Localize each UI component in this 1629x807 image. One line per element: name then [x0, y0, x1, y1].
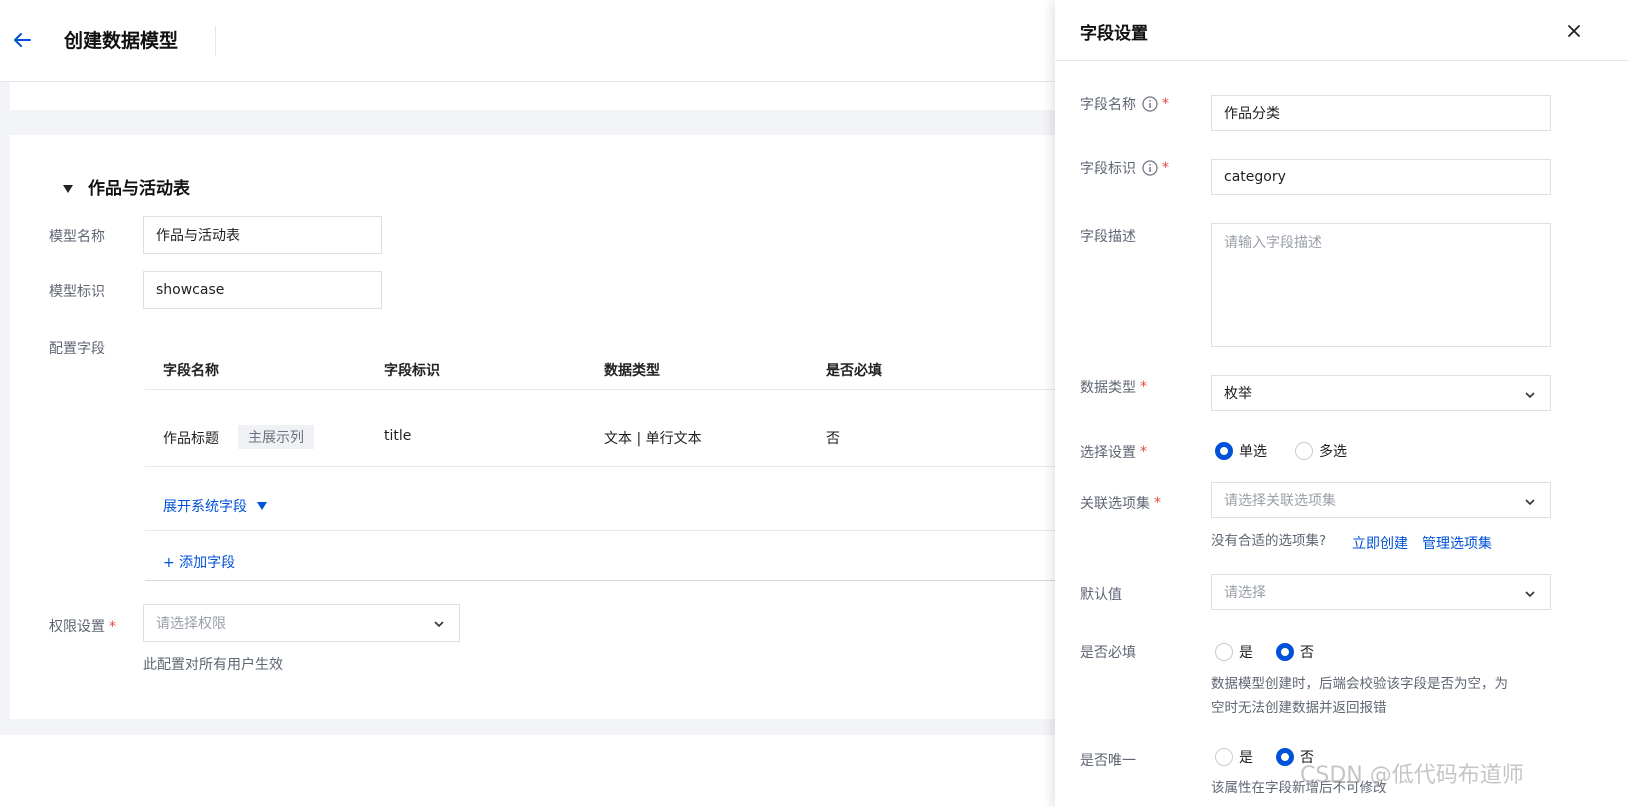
field-desc-label: 字段描述: [1080, 229, 1136, 245]
option-set-label: 关联选项集 *: [1080, 493, 1161, 513]
table-divider: [145, 580, 1110, 581]
col-header-name: 字段名称: [163, 363, 219, 379]
option-set-select[interactable]: 请选择关联选项集: [1211, 482, 1551, 518]
data-type-label-text: 数据类型: [1080, 380, 1136, 396]
row-field-id: title: [384, 428, 412, 444]
manage-option-sets-link[interactable]: 管理选项集: [1422, 533, 1492, 553]
chevron-down-icon: [1525, 392, 1535, 399]
data-type-value: 枚举: [1224, 386, 1252, 402]
radio-multi[interactable]: 多选: [1295, 441, 1347, 461]
watermark: CSDN @低代码布道师: [1300, 763, 1524, 788]
required-no-label: 否: [1300, 645, 1314, 661]
default-value-placeholder: 请选择: [1224, 585, 1266, 601]
radio-unchecked-icon: [1295, 442, 1313, 460]
field-name-input[interactable]: 作品分类: [1211, 95, 1551, 131]
required-hint-line-1: 数据模型创建时，后端会校验该字段是否为空，为: [1211, 676, 1508, 692]
caret-down-icon: [257, 502, 267, 510]
required-yes-label: 是: [1239, 645, 1253, 661]
permission-label-text: 权限设置: [49, 619, 105, 635]
option-set-hint: 没有合适的选项集?: [1211, 533, 1327, 549]
create-option-set-link[interactable]: 立即创建: [1352, 533, 1408, 553]
select-setting-label: 选择设置 *: [1080, 442, 1147, 462]
radio-unchecked-icon: [1215, 748, 1233, 766]
radio-checked-icon: [1276, 643, 1294, 661]
required-label: 是否必填: [1080, 645, 1136, 661]
required-mark: *: [1140, 379, 1147, 395]
page-title: 创建数据模型: [64, 30, 179, 52]
field-id-input[interactable]: category: [1211, 159, 1551, 195]
permission-hint: 此配置对所有用户生效: [143, 657, 283, 673]
permission-label: 权限设置 *: [49, 616, 116, 636]
required-mark: *: [1140, 444, 1147, 460]
footer-bar: [0, 735, 1110, 807]
option-set-placeholder: 请选择关联选项集: [1224, 493, 1336, 509]
model-id-label: 模型标识: [49, 284, 105, 300]
model-name-input[interactable]: 作品与活动表: [143, 216, 382, 254]
required-no-radio[interactable]: 否: [1276, 642, 1314, 662]
field-name-label-text: 字段名称: [1080, 97, 1136, 113]
info-icon[interactable]: [1142, 160, 1158, 176]
unique-yes-radio[interactable]: 是: [1215, 747, 1253, 767]
add-field-link[interactable]: + 添加字段: [163, 552, 235, 572]
required-yes-radio[interactable]: 是: [1215, 642, 1253, 662]
field-settings-drawer: 字段设置 字段名称 * 作品分类 字段标识 * category 字段描述 请输…: [1055, 0, 1629, 807]
section-title: 作品与活动表: [88, 179, 190, 199]
required-mark: *: [1162, 160, 1169, 176]
required-hint-line-2: 空时无法创建数据并返回报错: [1211, 700, 1387, 716]
default-value-label: 默认值: [1080, 587, 1122, 603]
radio-checked-icon: [1215, 442, 1233, 460]
permission-select[interactable]: 请选择权限: [143, 604, 460, 642]
chevron-down-icon: [1525, 499, 1535, 506]
radio-unchecked-icon: [1215, 643, 1233, 661]
expand-system-fields-link[interactable]: 展开系统字段: [163, 496, 267, 516]
table-divider: [145, 466, 1110, 467]
row-data-type: 文本 | 单行文本: [604, 431, 702, 447]
close-icon[interactable]: [1563, 20, 1585, 42]
back-arrow-icon[interactable]: [10, 28, 34, 52]
fields-label: 配置字段: [49, 341, 105, 357]
row-field-name: 作品标题: [163, 431, 219, 447]
radio-checked-icon: [1276, 748, 1294, 766]
table-divider: [145, 389, 1110, 390]
row-required: 否: [826, 431, 840, 447]
chevron-down-icon: [434, 621, 444, 628]
data-type-label: 数据类型 *: [1080, 377, 1147, 397]
collapsed-section-strip: [10, 82, 1110, 110]
col-header-type: 数据类型: [604, 363, 660, 379]
required-mark: *: [1162, 96, 1169, 112]
unique-yes-label: 是: [1239, 750, 1253, 766]
expand-system-fields-label: 展开系统字段: [163, 499, 247, 515]
primary-display-badge: 主展示列: [238, 425, 314, 449]
caret-down-icon[interactable]: [62, 183, 74, 195]
required-mark: *: [109, 619, 116, 635]
radio-single[interactable]: 单选: [1215, 441, 1267, 461]
field-name-label: 字段名称 *: [1080, 94, 1169, 114]
field-desc-textarea[interactable]: 请输入字段描述: [1211, 223, 1551, 347]
model-id-input[interactable]: showcase: [143, 271, 382, 309]
option-set-label-text: 关联选项集: [1080, 496, 1150, 512]
data-type-select[interactable]: 枚举: [1211, 375, 1551, 411]
required-mark: *: [1154, 495, 1161, 511]
radio-single-label: 单选: [1239, 444, 1267, 460]
col-header-required: 是否必填: [826, 363, 882, 379]
header-divider: [215, 26, 216, 56]
drawer-divider: [1055, 60, 1629, 61]
field-id-label: 字段标识 *: [1080, 158, 1169, 178]
unique-label: 是否唯一: [1080, 753, 1136, 769]
chevron-down-icon: [1525, 591, 1535, 598]
col-header-id: 字段标识: [384, 363, 440, 379]
model-name-label: 模型名称: [49, 229, 105, 245]
field-id-label-text: 字段标识: [1080, 161, 1136, 177]
permission-placeholder: 请选择权限: [156, 616, 226, 632]
table-divider: [145, 530, 1110, 531]
default-value-select[interactable]: 请选择: [1211, 574, 1551, 610]
select-setting-label-text: 选择设置: [1080, 445, 1136, 461]
drawer-title: 字段设置: [1080, 24, 1148, 44]
info-icon[interactable]: [1142, 96, 1158, 112]
radio-multi-label: 多选: [1319, 444, 1347, 460]
